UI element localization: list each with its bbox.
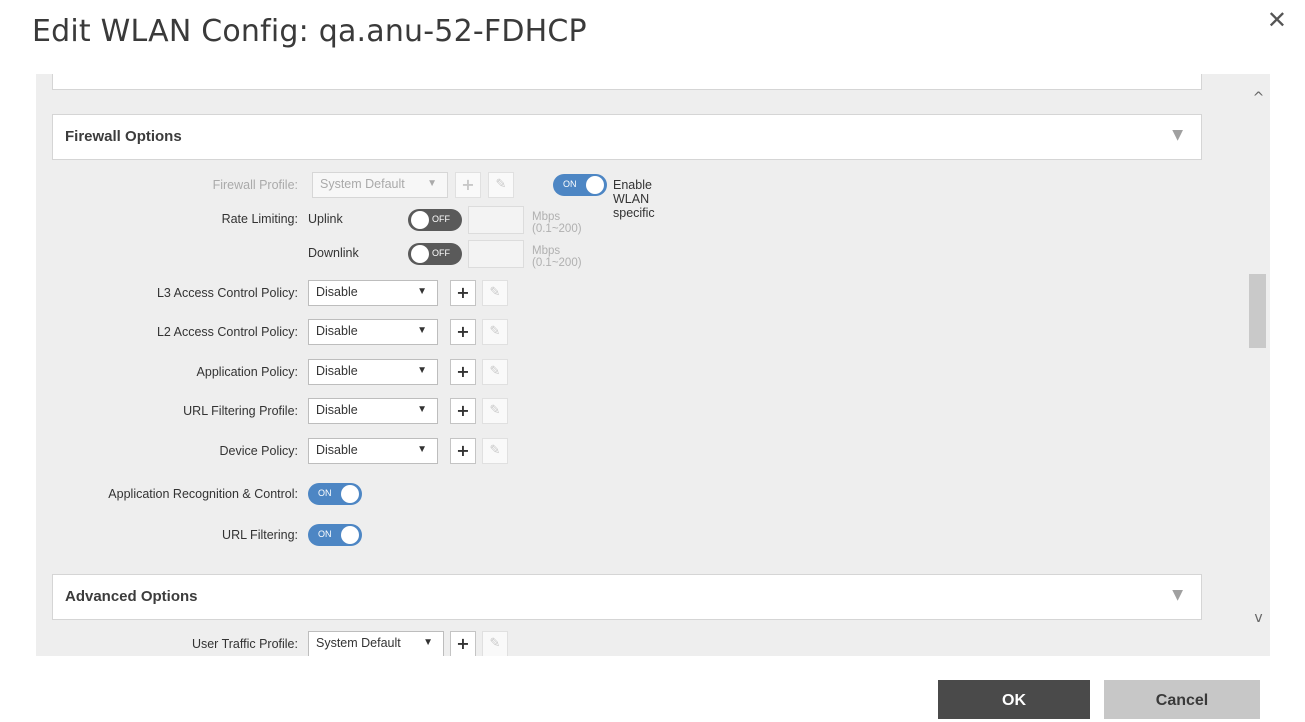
edit-application-policy-button: ✎ xyxy=(482,359,508,385)
device-policy-select[interactable]: Disable ▼ xyxy=(308,438,438,464)
l3-acl-label: L3 Access Control Policy: xyxy=(156,286,298,300)
advanced-options-header[interactable]: Advanced Options ▼ xyxy=(52,574,1202,620)
firewall-profile-label: Firewall Profile: xyxy=(212,178,298,192)
l3-acl-select[interactable]: Disable ▼ xyxy=(308,280,438,306)
edit-user-traffic-profile-button: ✎ xyxy=(482,631,508,656)
enable-wlan-specific-label: Enable WLAN specific xyxy=(613,178,655,220)
chevron-down-icon: ▼ xyxy=(417,444,427,455)
uplink-rate-input xyxy=(468,206,524,234)
cancel-button[interactable]: Cancel xyxy=(1104,680,1260,719)
device-policy-label: Device Policy: xyxy=(219,444,299,458)
application-policy-label: Application Policy: xyxy=(196,365,298,379)
collapse-caret-icon[interactable]: ▼ xyxy=(1172,587,1183,603)
edit-l2-acl-button: ✎ xyxy=(482,319,508,345)
user-traffic-profile-label: User Traffic Profile: xyxy=(191,637,298,651)
url-filtering-label: URL Filtering: xyxy=(222,528,298,542)
chevron-down-icon: ▼ xyxy=(417,365,427,376)
downlink-rate-hint: Mbps (0.1~200) xyxy=(532,245,582,269)
edit-l3-acl-button: ✎ xyxy=(482,280,508,306)
downlink-rate-input xyxy=(468,240,524,268)
add-l2-acl-button[interactable]: + xyxy=(450,319,476,345)
downlink-label: Downlink xyxy=(308,246,359,260)
url-filtering-profile-select[interactable]: Disable ▼ xyxy=(308,398,438,424)
rate-limiting-label: Rate Limiting: xyxy=(221,212,298,226)
advanced-options-title: Advanced Options xyxy=(65,588,198,605)
add-device-policy-button[interactable]: + xyxy=(450,438,476,464)
edit-url-filtering-profile-button: ✎ xyxy=(482,398,508,424)
add-url-filtering-profile-button[interactable]: + xyxy=(450,398,476,424)
chevron-down-icon: ▼ xyxy=(427,178,437,189)
firewall-options-header[interactable]: Firewall Options ▼ xyxy=(52,114,1202,160)
l2-acl-select[interactable]: Disable ▼ xyxy=(308,319,438,345)
add-application-policy-button[interactable]: + xyxy=(450,359,476,385)
scroll-up-icon[interactable]: ^ xyxy=(1247,88,1270,108)
scroll-down-icon[interactable]: v xyxy=(1247,608,1270,628)
downlink-rate-toggle[interactable]: OFF xyxy=(408,243,462,265)
uplink-rate-hint: Mbps (0.1~200) xyxy=(532,211,582,235)
add-firewall-profile-button: + xyxy=(455,172,481,198)
add-l3-acl-button[interactable]: + xyxy=(450,280,476,306)
chevron-down-icon: ▼ xyxy=(423,637,433,648)
close-icon[interactable]: ✕ xyxy=(1267,6,1287,34)
uplink-label: Uplink xyxy=(308,212,343,226)
chevron-down-icon: ▼ xyxy=(417,286,427,297)
url-filtering-toggle[interactable]: ON xyxy=(308,524,362,546)
uplink-rate-toggle[interactable]: OFF xyxy=(408,209,462,231)
ok-button[interactable]: OK xyxy=(938,680,1090,719)
vertical-scrollbar[interactable]: ^ v xyxy=(1247,74,1270,656)
config-scroll-area[interactable]: Firewall Options ▼ Firewall Profile: Sys… xyxy=(36,74,1270,656)
edit-device-policy-button: ✎ xyxy=(482,438,508,464)
dialog-title: Edit WLAN Config: qa.anu-52-FDHCP xyxy=(32,14,587,49)
scrollbar-thumb[interactable] xyxy=(1249,274,1266,348)
add-user-traffic-profile-button[interactable]: + xyxy=(450,631,476,656)
chevron-down-icon: ▼ xyxy=(417,325,427,336)
chevron-down-icon: ▼ xyxy=(417,404,427,415)
previous-section-header[interactable] xyxy=(52,74,1202,90)
collapse-caret-icon[interactable]: ▼ xyxy=(1172,127,1183,143)
edit-firewall-profile-button: ✎ xyxy=(488,172,514,198)
app-recognition-label: Application Recognition & Control: xyxy=(108,487,298,501)
user-traffic-profile-select[interactable]: System Default ▼ xyxy=(308,631,444,656)
application-policy-select[interactable]: Disable ▼ xyxy=(308,359,438,385)
app-recognition-toggle[interactable]: ON xyxy=(308,483,362,505)
url-filtering-profile-label: URL Filtering Profile: xyxy=(183,404,298,418)
enable-wlan-specific-toggle[interactable]: ON xyxy=(553,174,607,196)
l2-acl-label: L2 Access Control Policy: xyxy=(156,325,298,339)
firewall-options-title: Firewall Options xyxy=(65,128,182,145)
firewall-profile-select: System Default ▼ xyxy=(312,172,448,198)
